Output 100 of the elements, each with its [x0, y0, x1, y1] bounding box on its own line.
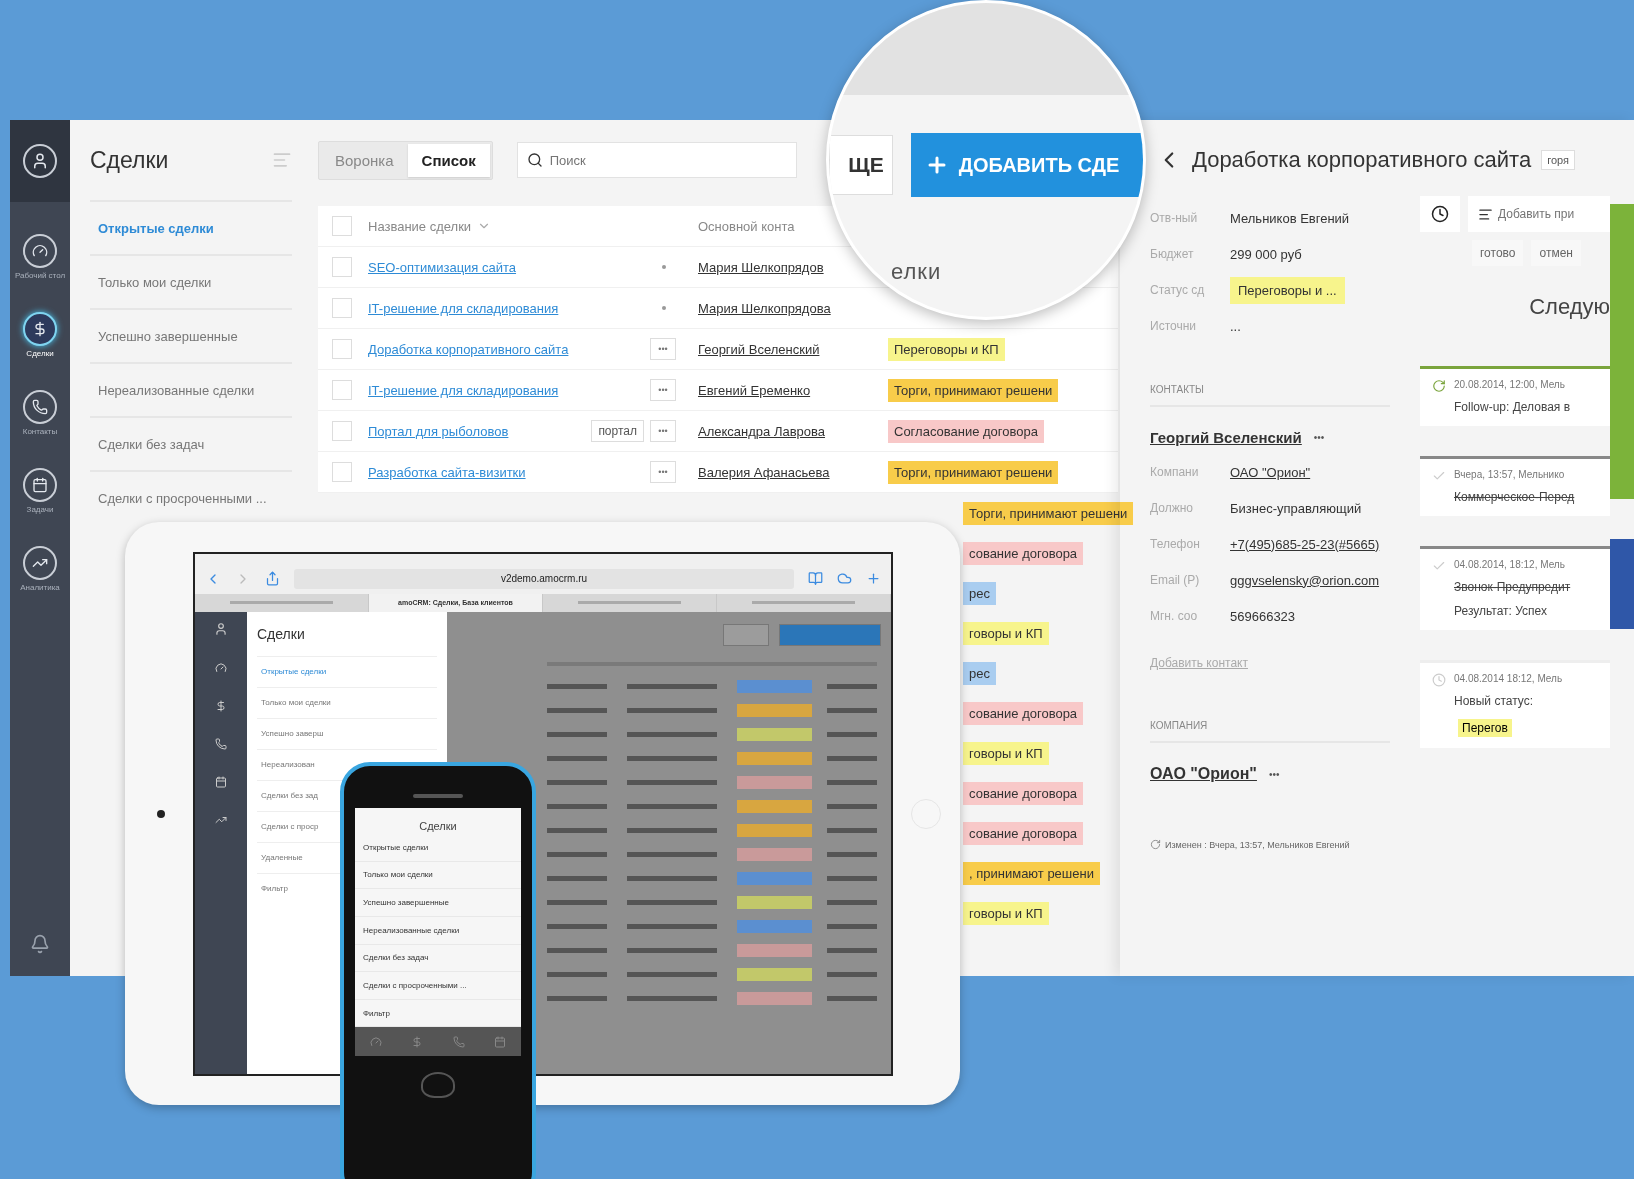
avatar-icon[interactable] [214, 621, 228, 636]
search-field[interactable]: Поиск [516, 142, 797, 178]
deal-link[interactable]: Разработка сайта-визитки [368, 464, 526, 480]
filter-item[interactable]: Нереализованные сделки [90, 362, 292, 416]
toolbar-button-drawing[interactable] [723, 623, 769, 646]
view-tab[interactable]: Воронка [321, 143, 408, 177]
event-text: Коммерческое-Перед [1454, 490, 1575, 504]
status-tag: сование договора [963, 541, 1084, 565]
more-button[interactable]: ••• [1313, 432, 1325, 443]
column-header[interactable]: Название сделки [368, 218, 472, 234]
menu-icon[interactable] [272, 150, 292, 170]
url-field[interactable]: v2demo.amocrm.ru [294, 568, 794, 589]
clock-button[interactable] [1420, 196, 1460, 232]
deal-link[interactable]: Доработка корпоративного сайта [368, 341, 569, 357]
field-label: Компани [1150, 465, 1200, 479]
dot-icon [662, 306, 666, 310]
nav-item[interactable]: Аналитика [12, 546, 68, 592]
filter-item[interactable]: Удаленные [261, 853, 303, 862]
add-button-drawing[interactable] [779, 623, 881, 646]
field-value[interactable]: +7(495)685-25-23(#5665) [1230, 536, 1380, 552]
more-button[interactable]: ••• [650, 420, 676, 442]
gauge-icon [32, 243, 48, 259]
filter-item[interactable]: Успешно заверш [261, 729, 324, 738]
filter-item[interactable]: Нереализованные сделки [355, 916, 521, 945]
filter-item[interactable]: Успешно завершенные [355, 889, 521, 917]
filter-item[interactable]: Только мои сделки [355, 861, 521, 890]
view-tab[interactable]: Список [407, 143, 490, 177]
check-icon [1432, 559, 1446, 573]
deal-tag[interactable]: горя [1541, 150, 1575, 170]
nav-item[interactable]: Рабочий стол [12, 234, 68, 280]
filter-item[interactable]: Фильтр [261, 884, 288, 893]
page-title: Сделки [90, 146, 169, 174]
checkbox[interactable] [332, 380, 352, 400]
filter-item[interactable]: Открытые сделки [90, 200, 292, 254]
nav-item[interactable]: Контакты [12, 390, 68, 436]
phone-icon [215, 737, 227, 750]
more-button[interactable]: ••• [650, 338, 676, 360]
filter-item[interactable]: Сделки с проср [261, 822, 319, 831]
field-value: 569666323 [1230, 608, 1296, 624]
note-button[interactable]: готово [1472, 240, 1524, 266]
nav-item[interactable]: Сделки [12, 312, 68, 358]
caption-text: елки [891, 259, 942, 285]
cloud-icon[interactable] [837, 571, 852, 586]
plus-icon[interactable] [866, 571, 881, 586]
checkbox[interactable] [332, 298, 352, 318]
event-meta: 20.08.2014, 12:00, Мель [1454, 379, 1566, 390]
checkbox[interactable] [332, 462, 352, 482]
deal-link[interactable]: SEO-оптимизация сайта [368, 259, 517, 275]
deal-link[interactable]: Портал для рыболовов [368, 423, 509, 439]
add-deal-button[interactable]: ДОБАВИТЬ СДЕ [910, 133, 1143, 197]
more-button[interactable]: ••• [650, 379, 676, 401]
contact-name-link[interactable]: Георгий Вселенский [1150, 429, 1302, 446]
field-value: Переговоры и ... [1230, 276, 1345, 304]
avatar-icon[interactable] [23, 144, 57, 178]
checkbox[interactable] [332, 421, 352, 441]
company-link[interactable]: ОАО "Орион" [1150, 765, 1257, 783]
nav-item[interactable]: Задачи [12, 468, 68, 514]
note-field[interactable]: Добавить при [1468, 196, 1610, 232]
note-button[interactable]: отмен [1531, 240, 1581, 266]
filter-item[interactable]: Сделки с просроченными ... [355, 972, 521, 1000]
filter-item[interactable]: Открытые сделки [355, 834, 521, 862]
deal-link[interactable]: IT-решение для складирования [368, 382, 559, 398]
contact-link[interactable]: Мария Шелкопрядова [698, 301, 831, 316]
field-value[interactable]: gggvselensky@orion.com [1230, 572, 1380, 588]
status-tag: говоры и КП [963, 901, 1049, 925]
filter-item[interactable]: Нереализован [261, 760, 315, 769]
contact-link[interactable]: Евгений Еременко [698, 383, 811, 398]
deal-link[interactable]: IT-решение для складирования [368, 300, 559, 316]
more-button[interactable]: ••• [650, 461, 676, 483]
deal-title: Доработка корпоративного сайта [1192, 147, 1532, 173]
status-tag: сование договора [963, 701, 1084, 725]
checkbox[interactable] [332, 216, 352, 236]
filter-item[interactable]: Сделки без зад [261, 791, 318, 800]
filter-item[interactable]: Только мои сделки [261, 698, 331, 707]
share-icon[interactable] [265, 571, 280, 586]
contact-link[interactable]: Александра Лаврова [698, 424, 825, 439]
filter-item[interactable]: Успешно завершенные [90, 308, 292, 362]
checkbox[interactable] [332, 339, 352, 359]
filter-item[interactable]: Сделки без задач [355, 944, 521, 973]
deal-tag[interactable]: портал [591, 420, 644, 442]
filter-item[interactable]: Сделки без задач [90, 416, 292, 470]
contact-link[interactable]: Мария Шелкопрядов [698, 260, 824, 275]
status-tag: рес [963, 581, 996, 605]
field-value[interactable]: ОАО "Орион" [1230, 464, 1311, 480]
contact-link[interactable]: Валерия Афанасьева [698, 465, 830, 480]
checkbox[interactable] [332, 257, 352, 277]
field-value: Мельников Евгений [1230, 210, 1350, 226]
bell-icon[interactable] [30, 934, 50, 954]
calendar-icon [215, 775, 227, 788]
contact-link[interactable]: Георгий Вселенский [698, 342, 820, 357]
field-value: Бизнес-управляющий [1230, 500, 1362, 516]
more-button[interactable]: ••• [1268, 768, 1280, 780]
book-icon[interactable] [808, 571, 823, 586]
clock-icon [1431, 205, 1449, 223]
filter-item[interactable]: Открытые сделки [261, 667, 327, 676]
page-title: Сделки [418, 820, 458, 832]
more-button[interactable]: ЩЕ [829, 135, 893, 195]
filter-item[interactable]: Только мои сделки [90, 254, 292, 308]
dollar-icon [215, 699, 227, 712]
column-header[interactable]: Основной конта [698, 219, 795, 234]
